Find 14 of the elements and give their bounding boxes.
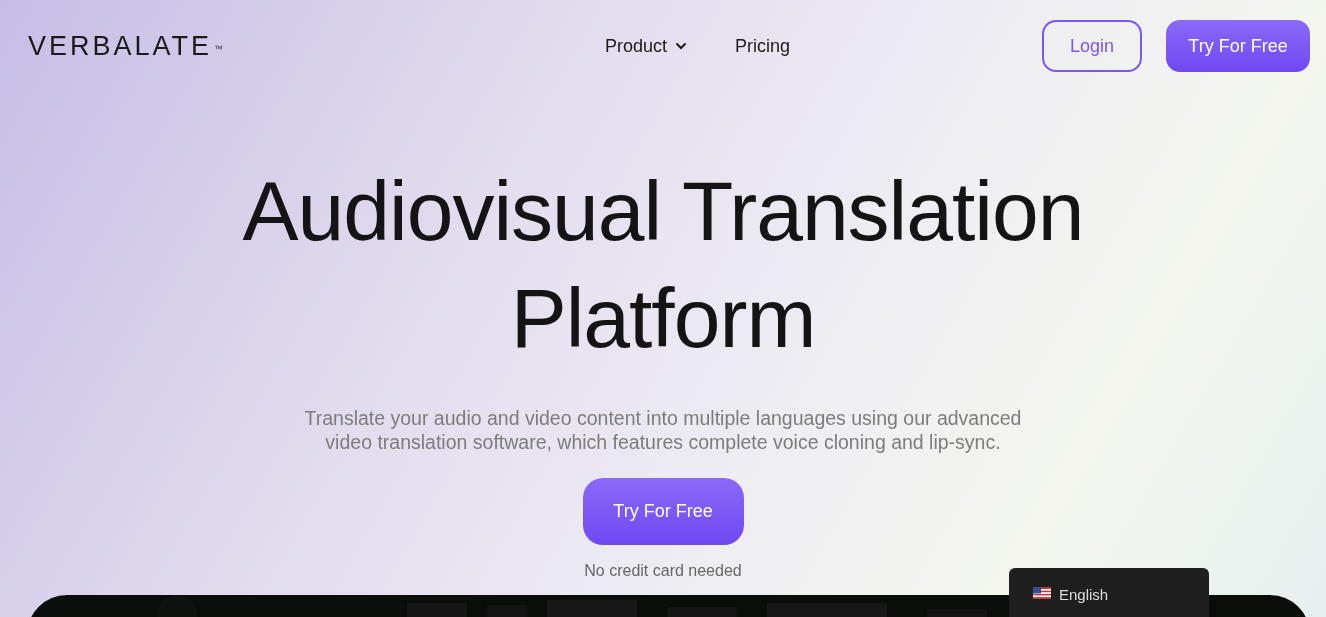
cta-button[interactable]: Try For Free: [582, 478, 744, 545]
language-label: English: [1059, 585, 1109, 605]
nav-dropdown[interactable]: Product: [605, 32, 688, 60]
language-selector[interactable]: English: [1009, 568, 1209, 617]
note-text: No credit card needed: [583, 561, 743, 581]
chevron-down-icon: [675, 42, 688, 50]
login-button[interactable]: Login: [1042, 20, 1142, 72]
flag-icon: [1033, 587, 1051, 599]
logo[interactable]: VERBALATE: [28, 25, 213, 67]
signup-button[interactable]: Try For Free: [1166, 20, 1310, 72]
headline: Audiovisual Translation Platform: [241, 163, 1085, 367]
nav-link[interactable]: Pricing: [735, 32, 791, 60]
trademark-mark: ™: [214, 43, 224, 57]
subtitle: Translate your audio and video content into multiple languages using our advanced video translation software, which features complete voice cloning and lip-sync.: [303, 406, 1023, 454]
